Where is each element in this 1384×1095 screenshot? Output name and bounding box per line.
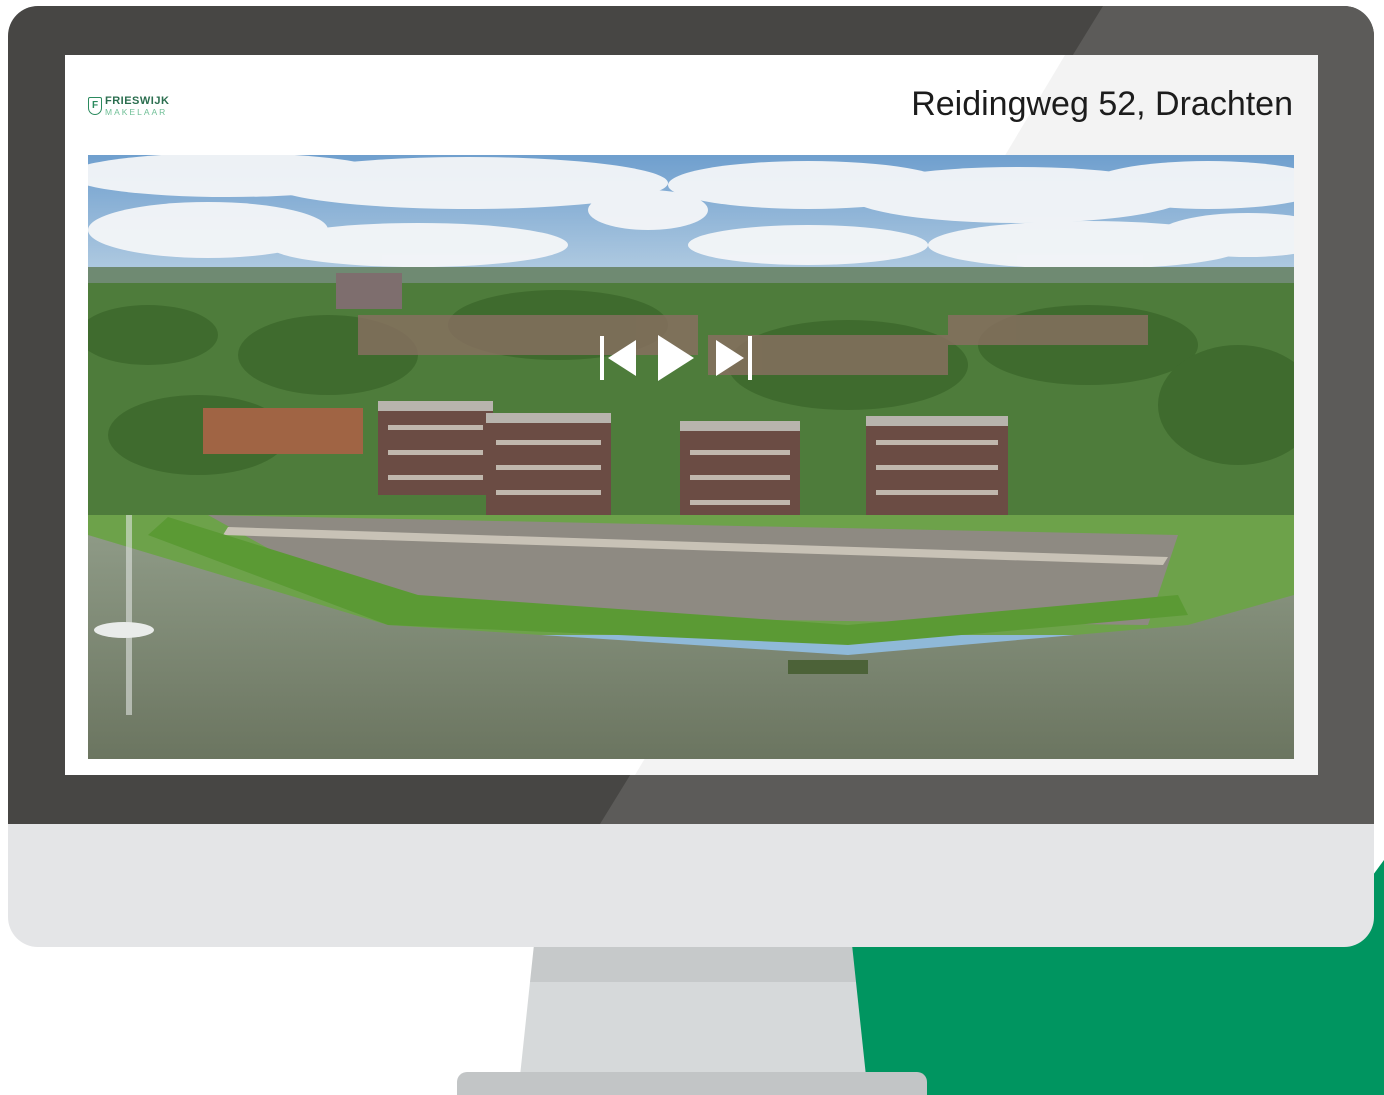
next-button[interactable] <box>709 335 759 381</box>
photo-illustration <box>88 155 1294 759</box>
logo-shield-icon: F <box>88 97 102 115</box>
logo-wordmark: FRIESWIJK MAKELAAR <box>105 94 170 117</box>
monitor-screen: F FRIESWIJK MAKELAAR Reidingweg 52, Drac… <box>65 55 1318 775</box>
aerial-photo-image <box>88 155 1294 759</box>
skip-forward-icon <box>716 336 752 380</box>
skip-back-icon <box>600 336 636 380</box>
monitor-stand-base <box>457 1072 927 1095</box>
listing-address: Reidingweg 52, Drachten <box>911 85 1293 123</box>
frieswijk-logo[interactable]: F FRIESWIJK MAKELAAR <box>88 93 169 119</box>
play-icon <box>658 335 694 381</box>
logo-name: FRIESWIJK <box>105 94 170 107</box>
monitor: F FRIESWIJK MAKELAAR Reidingweg 52, Drac… <box>8 6 1374 947</box>
previous-button[interactable] <box>593 335 643 381</box>
logo-subtitle: MAKELAAR <box>105 106 168 117</box>
monitor-bezel: F FRIESWIJK MAKELAAR Reidingweg 52, Drac… <box>8 6 1374 824</box>
play-button[interactable] <box>651 335 701 381</box>
video-controls <box>593 335 759 381</box>
monitor-stand-neck <box>520 946 866 1076</box>
